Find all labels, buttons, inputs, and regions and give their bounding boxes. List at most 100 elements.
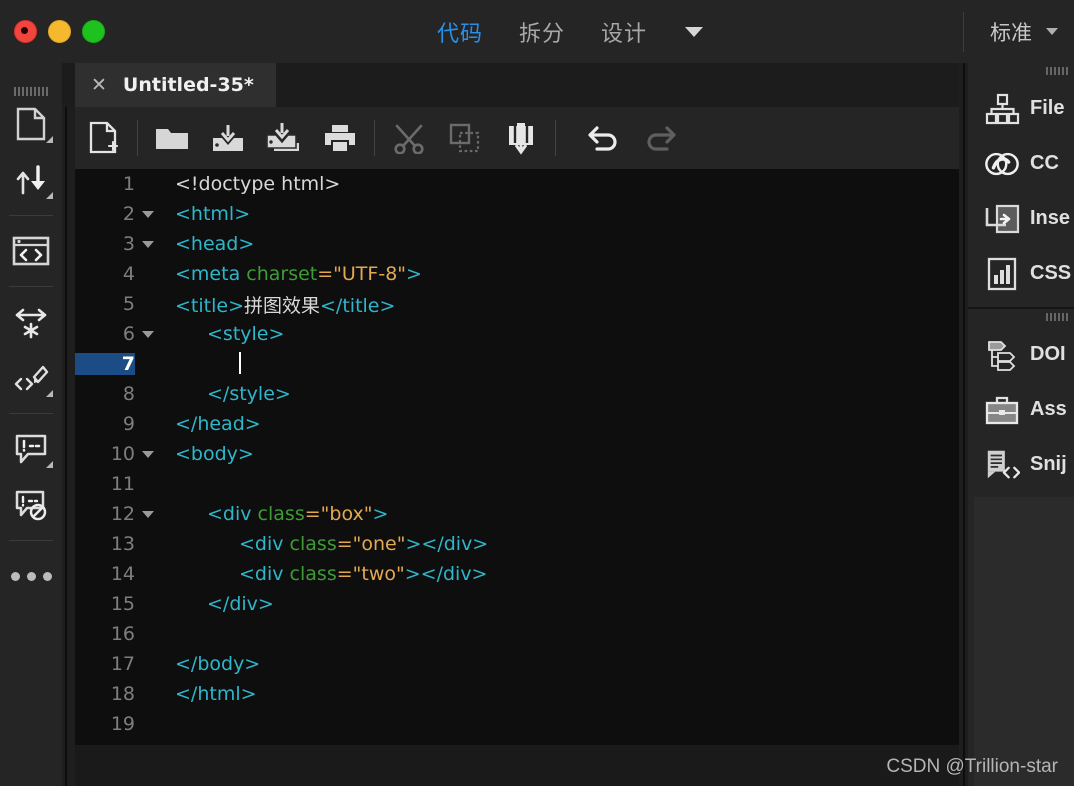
code-line[interactable]: 12 <div class="box"> [75,499,959,529]
code-line[interactable]: 2 <html> [75,199,959,229]
rail-divider [9,413,53,414]
paste-button[interactable] [493,107,549,169]
code-line[interactable]: 7 [75,349,959,379]
watermark-text: CSDN @Trillion-star [886,756,1058,777]
zoom-window-button[interactable] [82,20,105,43]
grip-handle-icon[interactable] [14,87,48,96]
rail-item-apply-source-formatting[interactable] [0,350,62,406]
code-token-tag: <html> [175,203,251,225]
grip-handle-icon[interactable] [1046,67,1068,75]
tab-split-view[interactable]: 拆分 [519,16,565,48]
code-token-tag: </div> [207,593,274,615]
code-fold-arrow-icon[interactable] [135,450,161,458]
code-token-tag: </style> [207,383,291,405]
panel-item-cc-libraries[interactable]: CC [968,136,1074,191]
code-token-val: ="one" [336,533,406,555]
code-editor[interactable]: 1 <!doctype html> 2 <html> 3 <head> 4 <meta cha… [75,169,959,745]
print-code-button[interactable] [312,107,368,169]
panel-item-css-designer[interactable]: CSS [968,246,1074,301]
rail-item-file-management[interactable] [0,152,62,208]
code-fold-arrow-icon[interactable] [135,510,161,518]
line-number: 6 [122,323,135,345]
undo-button[interactable] [576,107,632,169]
code-token-tag: </head> [175,413,261,435]
code-line[interactable]: 1 <!doctype html> [75,169,959,199]
snippets-icon [984,447,1020,483]
code-fold-arrow-icon[interactable] [135,240,161,248]
code-token-plain: 拼图效果 [244,294,321,317]
panel-item-insert[interactable]: Inse [968,191,1074,246]
close-window-button[interactable] [14,20,37,43]
code-line[interactable]: 13 <div class="one"></div> [75,529,959,559]
line-number: 2 [122,203,135,225]
code-line[interactable]: 15 </div> [75,589,959,619]
minimize-window-button[interactable] [48,20,71,43]
panel-item-label: File [1030,97,1065,119]
panel-item-label: CC [1030,152,1059,174]
code-line[interactable]: 6 <style> [75,319,959,349]
new-document-button[interactable] [75,107,131,169]
document-tab[interactable]: ✕ Untitled-35* [75,63,276,107]
code-line[interactable]: 14 <div class="two"></div> [75,559,959,589]
grip-handle-icon[interactable] [1046,313,1068,321]
code-fold-arrow-icon[interactable] [135,330,161,338]
rail-divider [9,215,53,216]
copy-button[interactable] [437,107,493,169]
line-number: 7 [75,353,135,375]
workspace-switcher[interactable]: 标准 [990,0,1058,63]
line-number: 3 [122,233,135,255]
code-line-text: <body> [161,443,254,465]
code-fold-arrow-icon[interactable] [135,210,161,218]
caret-down-icon[interactable] [685,26,704,37]
apply-source-formatting-icon [14,365,49,391]
rail-item-remove-comment[interactable] [0,477,62,533]
code-line[interactable]: 5 <title>拼图效果</title> [75,289,959,319]
panel-item-label: Inse [1030,207,1071,229]
rail-item-format-source-code[interactable] [0,294,62,350]
tab-code-view[interactable]: 代码 [437,16,483,48]
cut-button[interactable] [381,107,437,169]
caret-down-icon[interactable] [1046,28,1058,35]
rail-item-code-view[interactable] [0,223,62,279]
flyout-arrow-icon[interactable] [46,461,53,468]
cut-scissors-icon [394,124,424,154]
line-number: 12 [110,503,135,525]
code-line[interactable]: 8 </style> [75,379,959,409]
save-all-button[interactable] [256,107,312,169]
flyout-arrow-icon[interactable] [46,390,53,397]
right-panel-edge-divider [959,63,968,786]
document-tab-bar: ✕ Untitled-35* [62,63,968,107]
rail-item-open-documents[interactable] [0,96,62,152]
code-line[interactable]: 10 <body> [75,439,959,469]
panel-item-assets[interactable]: Ass [968,382,1074,437]
flyout-arrow-icon[interactable] [46,192,53,199]
open-file-button[interactable] [144,107,200,169]
code-line[interactable]: 16 [75,619,959,649]
code-line[interactable]: 3 <head> [75,229,959,259]
code-token-tag: <div [207,503,258,525]
code-line[interactable]: 9 </head> [75,409,959,439]
rail-item-more-options[interactable] [0,548,62,604]
document-tab-title: Untitled-35* [122,74,254,96]
save-button[interactable] [200,107,256,169]
toolbar-divider [555,120,556,156]
code-token-tag: <head> [175,233,255,255]
code-line[interactable]: 4 <meta charset="UTF-8"> [75,259,959,289]
code-line[interactable]: 18 </html> [75,679,959,709]
flyout-arrow-icon[interactable] [46,136,53,143]
redo-button[interactable] [632,107,688,169]
tab-design-view[interactable]: 设计 [601,16,647,48]
panel-item-dom[interactable]: DOI [968,327,1074,382]
rail-item-apply-comment[interactable] [0,421,62,477]
code-token-tag: <style> [207,323,285,345]
close-icon[interactable]: ✕ [91,75,107,95]
panel-item-files[interactable]: File [968,81,1074,136]
more-options-icon[interactable] [10,571,52,581]
code-line[interactable]: 11 [75,469,959,499]
code-line[interactable]: 17 </body> [75,649,959,679]
copy-icon [449,123,480,153]
code-line[interactable]: 19 [75,709,959,739]
code-token-val: ="box" [304,503,373,525]
panel-item-snippets[interactable]: Snij [968,437,1074,492]
line-number: 8 [122,383,135,405]
